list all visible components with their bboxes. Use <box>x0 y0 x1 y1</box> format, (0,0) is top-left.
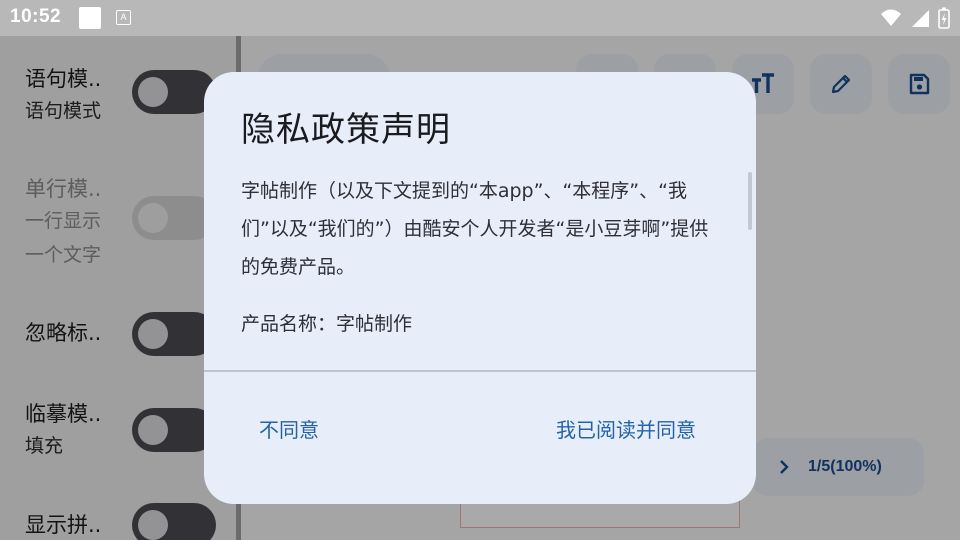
notification-app-icon: A <box>116 10 131 25</box>
dialog-body-text: 字帖制作（以及下文提到的“本app”、“本程序”、“我们”以及“我们的”）由酷安… <box>241 180 709 278</box>
dialog-product-name: 产品名称：字帖制作 <box>241 313 413 335</box>
notification-icon <box>79 7 101 29</box>
agree-button[interactable]: 我已阅读并同意 <box>542 410 710 447</box>
dialog-title: 隐私政策声明 <box>241 110 451 150</box>
status-time: 10:52 <box>10 6 62 27</box>
status-icons <box>880 7 950 29</box>
disagree-button[interactable]: 不同意 <box>245 410 333 447</box>
dialog-scrollbar[interactable] <box>748 172 752 230</box>
privacy-dialog: 隐私政策声明 字帖制作（以及下文提到的“本app”、“本程序”、“我们”以及“我… <box>204 72 756 504</box>
dialog-divider <box>204 370 756 372</box>
battery-icon <box>938 7 950 29</box>
wifi-icon <box>881 9 901 26</box>
status-bar: 10:52 A <box>0 0 960 36</box>
signal-icon <box>912 10 929 27</box>
